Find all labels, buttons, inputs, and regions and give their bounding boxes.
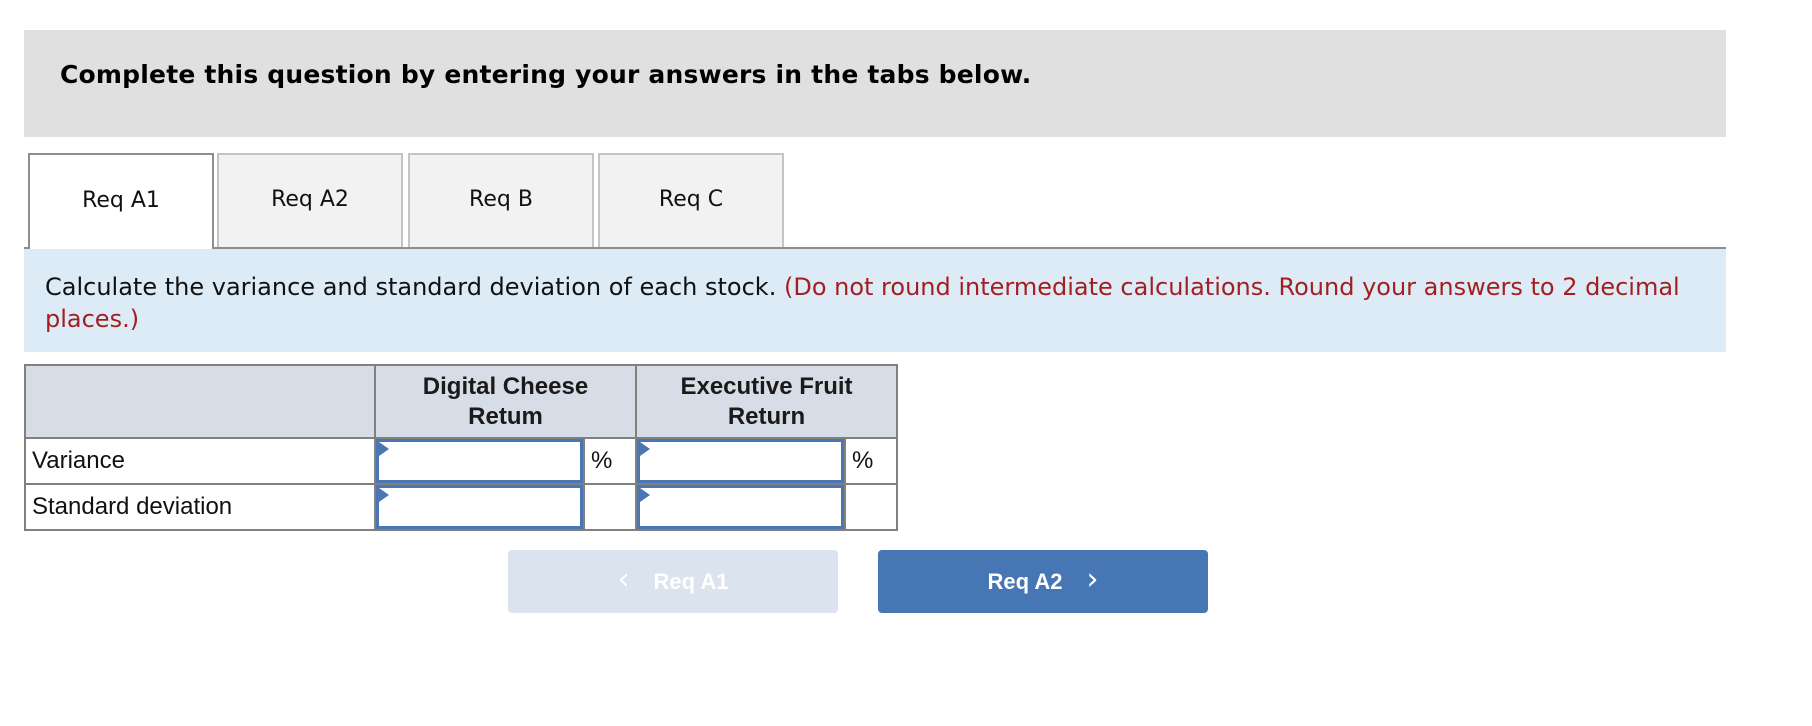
unit-label: % xyxy=(844,437,898,485)
chevron-left-icon: ‹ xyxy=(617,561,630,597)
prev-button-label: Req A1 xyxy=(653,568,729,594)
input-cell xyxy=(635,483,846,531)
instructions-text: Calculate the variance and standard devi… xyxy=(45,273,777,301)
variance-digital-cheese-input[interactable] xyxy=(376,439,583,483)
input-cell xyxy=(374,437,585,485)
tab-label: Req A2 xyxy=(271,186,349,212)
question-header: Complete this question by entering your … xyxy=(24,30,1726,137)
row-label-standard-deviation: Standard deviation xyxy=(24,483,376,531)
tab-label: Req B xyxy=(469,186,533,212)
tab-bar: Req A1 Req A2 Req B Req C xyxy=(24,153,1726,249)
table-header-row: Digital Cheese Retum Executive Fruit Ret… xyxy=(24,364,898,439)
chevron-right-icon: › xyxy=(1086,561,1099,597)
input-cell xyxy=(374,483,585,531)
tab-req-a1[interactable]: Req A1 xyxy=(28,153,214,249)
column-header-text: Executive Fruit Return xyxy=(680,372,853,430)
column-header-executive-fruit: Executive Fruit Return xyxy=(635,364,898,439)
table-row: Variance % % xyxy=(24,437,898,485)
next-button-label: Req A2 xyxy=(987,568,1063,594)
tab-req-a2[interactable]: Req A2 xyxy=(217,153,403,247)
tab-label: Req C xyxy=(658,186,724,212)
unit-label xyxy=(844,483,898,531)
answer-table: Digital Cheese Retum Executive Fruit Ret… xyxy=(24,364,898,531)
next-tab-button[interactable]: Req A2 › xyxy=(878,550,1208,613)
input-cell xyxy=(635,437,846,485)
tab-label: Req A1 xyxy=(82,187,160,213)
tab-req-c[interactable]: Req C xyxy=(598,153,784,247)
row-label-variance: Variance xyxy=(24,437,376,485)
variance-executive-fruit-input[interactable] xyxy=(637,439,844,483)
column-header-blank xyxy=(24,364,376,439)
stddev-digital-cheese-input[interactable] xyxy=(376,485,583,529)
instructions-panel: Calculate the variance and standard devi… xyxy=(24,249,1726,352)
table-row: Standard deviation xyxy=(24,483,898,531)
prev-tab-button[interactable]: ‹ Req A1 xyxy=(508,550,838,613)
column-header-digital-cheese: Digital Cheese Retum xyxy=(374,364,637,439)
tab-req-b[interactable]: Req B xyxy=(408,153,594,247)
column-header-text: Digital Cheese Retum xyxy=(422,372,589,430)
header-title: Complete this question by entering your … xyxy=(60,60,1032,89)
unit-label xyxy=(583,483,637,531)
unit-label: % xyxy=(583,437,637,485)
stddev-executive-fruit-input[interactable] xyxy=(637,485,844,529)
